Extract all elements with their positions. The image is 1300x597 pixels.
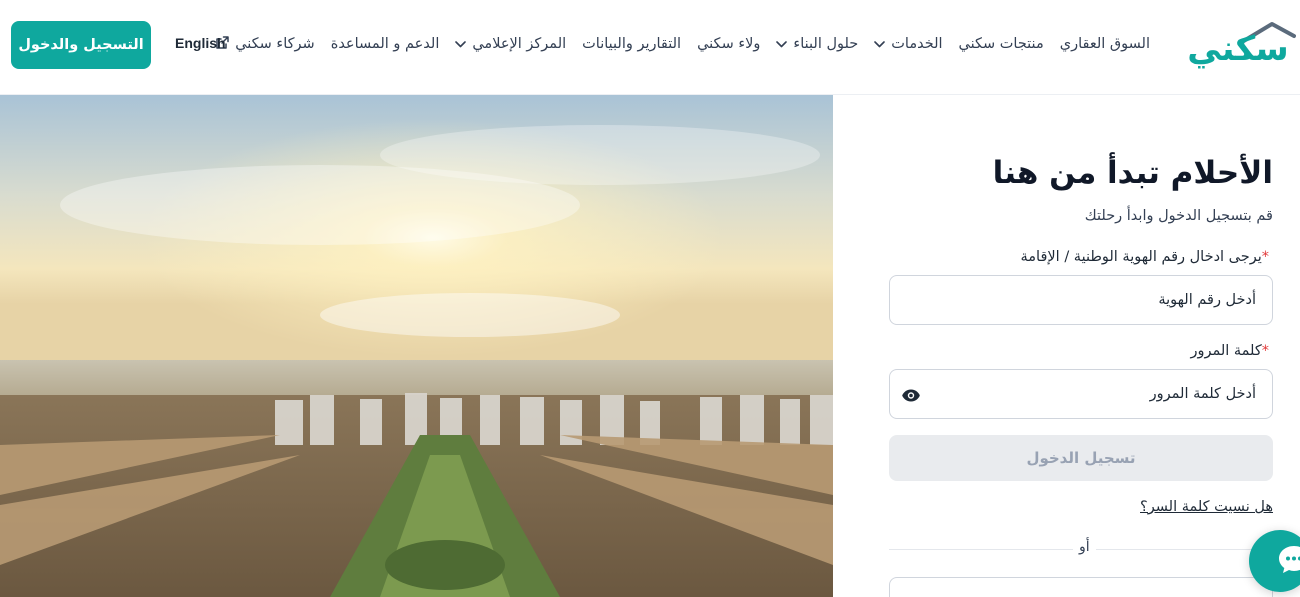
hero-image bbox=[0, 95, 833, 597]
id-field-label: *يرجى ادخال رقم الهوية الوطنية / الإقامة bbox=[1021, 249, 1273, 265]
password-placeholder: أدخل كلمة المرور bbox=[1149, 386, 1256, 402]
password-input[interactable]: أدخل كلمة المرور bbox=[889, 369, 1273, 419]
forgot-password-link[interactable]: هل نسيت كلمة السر؟ bbox=[1140, 499, 1273, 515]
alternative-login-button[interactable] bbox=[889, 577, 1273, 597]
logo-text: سكني bbox=[1187, 29, 1289, 69]
required-mark: * bbox=[1261, 343, 1269, 359]
chevron-down-icon bbox=[874, 36, 886, 52]
page-title: الأحلام تبدأ من هنا bbox=[992, 155, 1273, 191]
id-number-input[interactable]: أدخل رقم الهوية bbox=[889, 275, 1273, 325]
nav-item-label: الدعم و المساعدة bbox=[330, 36, 440, 52]
sakani-logo[interactable]: سكني bbox=[1180, 18, 1296, 70]
nav-item-label: المركز الإعلامي bbox=[472, 36, 567, 52]
password-field-label: *كلمة المرور bbox=[1190, 343, 1273, 359]
password-field-label-text: كلمة المرور bbox=[1190, 343, 1262, 359]
nav-item-label: حلول البناء bbox=[793, 36, 859, 52]
nav-item-0[interactable]: السوق العقاري bbox=[1060, 36, 1150, 52]
nav-item-2[interactable]: الخدمات bbox=[874, 36, 943, 52]
id-number-placeholder: أدخل رقم الهوية bbox=[1158, 292, 1256, 308]
nav-item-3[interactable]: حلول البناء bbox=[776, 36, 858, 52]
nav-item-label: منتجات سكني bbox=[958, 36, 1044, 52]
nav-item-5[interactable]: التقارير والبيانات bbox=[582, 36, 681, 52]
login-form-panel: الأحلام تبدأ من هنا قم بتسجيل الدخول واب… bbox=[833, 95, 1300, 597]
chevron-down-icon bbox=[455, 36, 467, 52]
page-subtitle: قم بتسجيل الدخول وابدأ رحلتك bbox=[1084, 208, 1273, 224]
nav-item-6[interactable]: المركز الإعلامي bbox=[455, 36, 566, 52]
show-password-eye-icon[interactable] bbox=[902, 387, 920, 406]
nav-item-label: ولاء سكني bbox=[697, 36, 761, 52]
nav-item-8[interactable]: شركاء سكني bbox=[216, 35, 315, 53]
required-mark: * bbox=[1261, 249, 1269, 265]
site-header: سكني السوق العقاري منتجات سكني الخدمات حلول… bbox=[0, 0, 1300, 95]
nav-item-4[interactable]: ولاء سكني bbox=[697, 36, 760, 52]
main-nav: السوق العقاري منتجات سكني الخدمات حلول البن… bbox=[216, 0, 1150, 88]
or-separator: أو bbox=[1073, 539, 1096, 555]
register-login-button[interactable]: التسجيل والدخول bbox=[11, 21, 151, 69]
language-switch[interactable]: English bbox=[175, 35, 226, 51]
login-button[interactable]: تسجيل الدخول bbox=[889, 435, 1273, 481]
nav-item-7[interactable]: الدعم و المساعدة bbox=[331, 36, 440, 52]
nav-item-label: السوق العقاري bbox=[1059, 36, 1150, 52]
nav-item-label: الخدمات bbox=[891, 36, 943, 52]
nav-item-1[interactable]: منتجات سكني bbox=[959, 36, 1044, 52]
nav-item-label: شركاء سكني bbox=[235, 36, 315, 52]
nav-item-label: التقارير والبيانات bbox=[582, 36, 682, 52]
chat-bubble-icon bbox=[1277, 544, 1300, 578]
id-field-label-text: يرجى ادخال رقم الهوية الوطنية / الإقامة bbox=[1020, 249, 1262, 265]
chevron-down-icon bbox=[776, 36, 788, 52]
